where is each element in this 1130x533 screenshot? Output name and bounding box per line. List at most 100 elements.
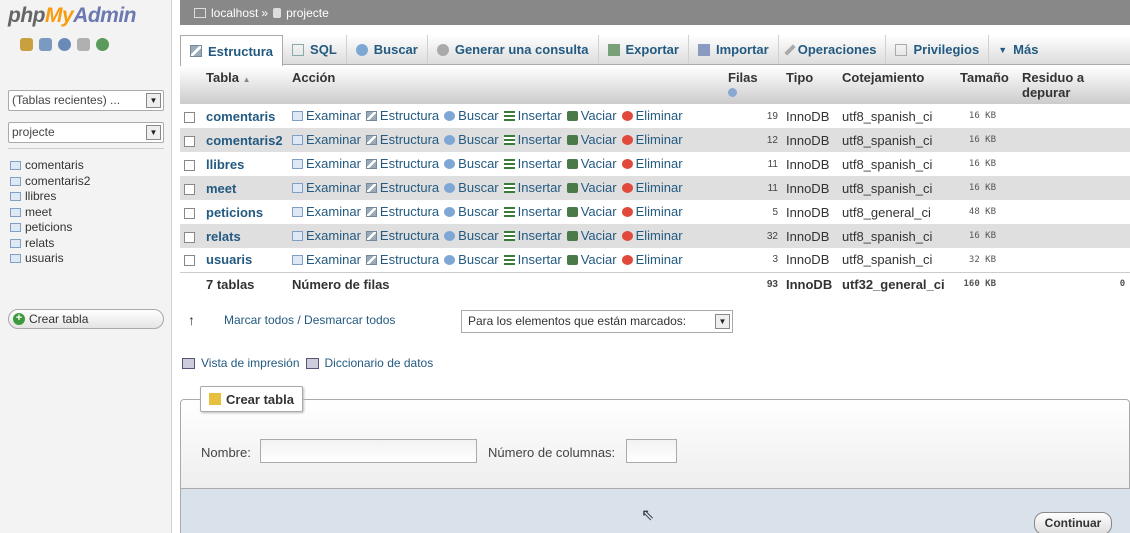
- row-checkbox[interactable]: [184, 111, 195, 123]
- reload-icon[interactable]: [96, 38, 109, 51]
- tab-privilegios[interactable]: Privilegios: [886, 35, 990, 64]
- insert-link[interactable]: Insertar: [503, 204, 562, 219]
- insert-link[interactable]: Insertar: [503, 228, 562, 243]
- empty-link[interactable]: Vaciar: [566, 204, 617, 219]
- search-link[interactable]: Buscar: [444, 252, 499, 267]
- size-link[interactable]: 16 KB: [956, 104, 1018, 128]
- structure-link[interactable]: Estructura: [365, 204, 439, 219]
- row-checkbox[interactable]: [184, 159, 195, 171]
- row-checkbox[interactable]: [184, 207, 195, 219]
- tab-exportar[interactable]: Exportar: [599, 35, 689, 64]
- insert-link[interactable]: Insertar: [503, 108, 562, 123]
- breadcrumb-database[interactable]: projecte: [286, 6, 329, 20]
- browse-link[interactable]: Examinar: [292, 228, 361, 243]
- header-residuo[interactable]: Residuo a depurar: [1018, 66, 1130, 104]
- tab-mas[interactable]: ▼ Más: [989, 35, 1047, 64]
- structure-link[interactable]: Estructura: [365, 252, 439, 267]
- search-link[interactable]: Buscar: [444, 108, 499, 123]
- structure-link[interactable]: Estructura: [365, 180, 439, 195]
- search-link[interactable]: Buscar: [444, 132, 499, 147]
- tree-item[interactable]: comentaris2: [10, 174, 90, 190]
- browse-link[interactable]: Examinar: [292, 252, 361, 267]
- table-name-link[interactable]: peticions: [206, 205, 263, 220]
- drop-link[interactable]: Eliminar: [621, 108, 683, 123]
- print-view-link[interactable]: Vista de impresión: [201, 356, 300, 370]
- breadcrumb-server[interactable]: localhost: [211, 6, 258, 20]
- phpmyadmin-logo[interactable]: phpMyAdmin: [8, 4, 136, 28]
- search-link[interactable]: Buscar: [444, 180, 499, 195]
- query-window-icon[interactable]: [58, 38, 71, 51]
- home-icon[interactable]: [20, 38, 33, 51]
- insert-link[interactable]: Insertar: [503, 180, 562, 195]
- row-checkbox[interactable]: [184, 135, 195, 147]
- tree-item[interactable]: peticions: [10, 220, 90, 236]
- size-link[interactable]: 16 KB: [956, 152, 1018, 176]
- tree-item[interactable]: relats: [10, 236, 90, 252]
- database-select[interactable]: projecte ▼: [8, 122, 164, 143]
- row-checkbox[interactable]: [184, 183, 195, 195]
- docs-icon[interactable]: [77, 38, 90, 51]
- empty-link[interactable]: Vaciar: [566, 252, 617, 267]
- search-link[interactable]: Buscar: [444, 228, 499, 243]
- structure-link[interactable]: Estructura: [365, 108, 439, 123]
- with-selected-select[interactable]: Para los elementos que están marcados: ▼: [461, 310, 733, 333]
- insert-link[interactable]: Insertar: [503, 252, 562, 267]
- size-link[interactable]: 16 KB: [956, 224, 1018, 248]
- browse-link[interactable]: Examinar: [292, 204, 361, 219]
- size-link[interactable]: 48 KB: [956, 200, 1018, 224]
- drop-link[interactable]: Eliminar: [621, 228, 683, 243]
- structure-link[interactable]: Estructura: [365, 132, 439, 147]
- tab-sql[interactable]: SQL: [283, 35, 347, 64]
- structure-link[interactable]: Estructura: [365, 228, 439, 243]
- browse-link[interactable]: Examinar: [292, 156, 361, 171]
- tree-item[interactable]: usuaris: [10, 251, 90, 267]
- table-name-link[interactable]: relats: [206, 229, 241, 244]
- tree-item[interactable]: llibres: [10, 189, 90, 205]
- tab-estructura[interactable]: Estructura: [180, 35, 284, 66]
- row-checkbox[interactable]: [184, 255, 195, 267]
- row-checkbox[interactable]: [184, 231, 195, 243]
- browse-link[interactable]: Examinar: [292, 108, 361, 123]
- header-tipo[interactable]: Tipo: [782, 66, 838, 104]
- drop-link[interactable]: Eliminar: [621, 252, 683, 267]
- header-cotejamiento[interactable]: Cotejamiento: [838, 66, 956, 104]
- header-tabla[interactable]: Tabla ▲: [202, 66, 288, 104]
- data-dictionary-link[interactable]: Diccionario de datos: [325, 356, 434, 370]
- tree-item[interactable]: meet: [10, 205, 90, 221]
- size-link[interactable]: 32 KB: [956, 248, 1018, 272]
- size-link[interactable]: 16 KB: [956, 176, 1018, 200]
- table-name-link[interactable]: comentaris2: [206, 133, 283, 148]
- empty-link[interactable]: Vaciar: [566, 228, 617, 243]
- structure-link[interactable]: Estructura: [365, 156, 439, 171]
- recent-tables-select[interactable]: (Tablas recientes) ... ▼: [8, 90, 164, 111]
- tab-operaciones[interactable]: Operaciones: [779, 35, 887, 64]
- continue-button[interactable]: Continuar: [1034, 512, 1112, 533]
- header-tamano[interactable]: Tamaño: [956, 66, 1018, 104]
- tab-generar-consulta[interactable]: Generar una consulta: [428, 35, 599, 64]
- drop-link[interactable]: Eliminar: [621, 180, 683, 195]
- empty-link[interactable]: Vaciar: [566, 180, 617, 195]
- check-all-link[interactable]: Marcar todos / Desmarcar todos: [224, 313, 395, 327]
- empty-link[interactable]: Vaciar: [566, 108, 617, 123]
- empty-link[interactable]: Vaciar: [566, 156, 617, 171]
- tab-importar[interactable]: Importar: [689, 35, 779, 64]
- table-name-link[interactable]: meet: [206, 181, 236, 196]
- tab-buscar[interactable]: Buscar: [347, 35, 428, 64]
- search-link[interactable]: Buscar: [444, 204, 499, 219]
- help-icon[interactable]: [728, 88, 737, 97]
- exit-icon[interactable]: [39, 38, 52, 51]
- table-name-link[interactable]: llibres: [206, 157, 244, 172]
- drop-link[interactable]: Eliminar: [621, 156, 683, 171]
- nav-create-table-button[interactable]: + Crear tabla: [8, 309, 164, 329]
- table-name-link[interactable]: comentaris: [206, 109, 275, 124]
- drop-link[interactable]: Eliminar: [621, 204, 683, 219]
- size-link[interactable]: 16 KB: [956, 128, 1018, 152]
- browse-link[interactable]: Examinar: [292, 132, 361, 147]
- table-name-input[interactable]: [260, 439, 477, 463]
- insert-link[interactable]: Insertar: [503, 132, 562, 147]
- columns-count-input[interactable]: [626, 439, 677, 463]
- tree-item[interactable]: comentaris: [10, 158, 90, 174]
- table-name-link[interactable]: usuaris: [206, 252, 252, 267]
- drop-link[interactable]: Eliminar: [621, 132, 683, 147]
- insert-link[interactable]: Insertar: [503, 156, 562, 171]
